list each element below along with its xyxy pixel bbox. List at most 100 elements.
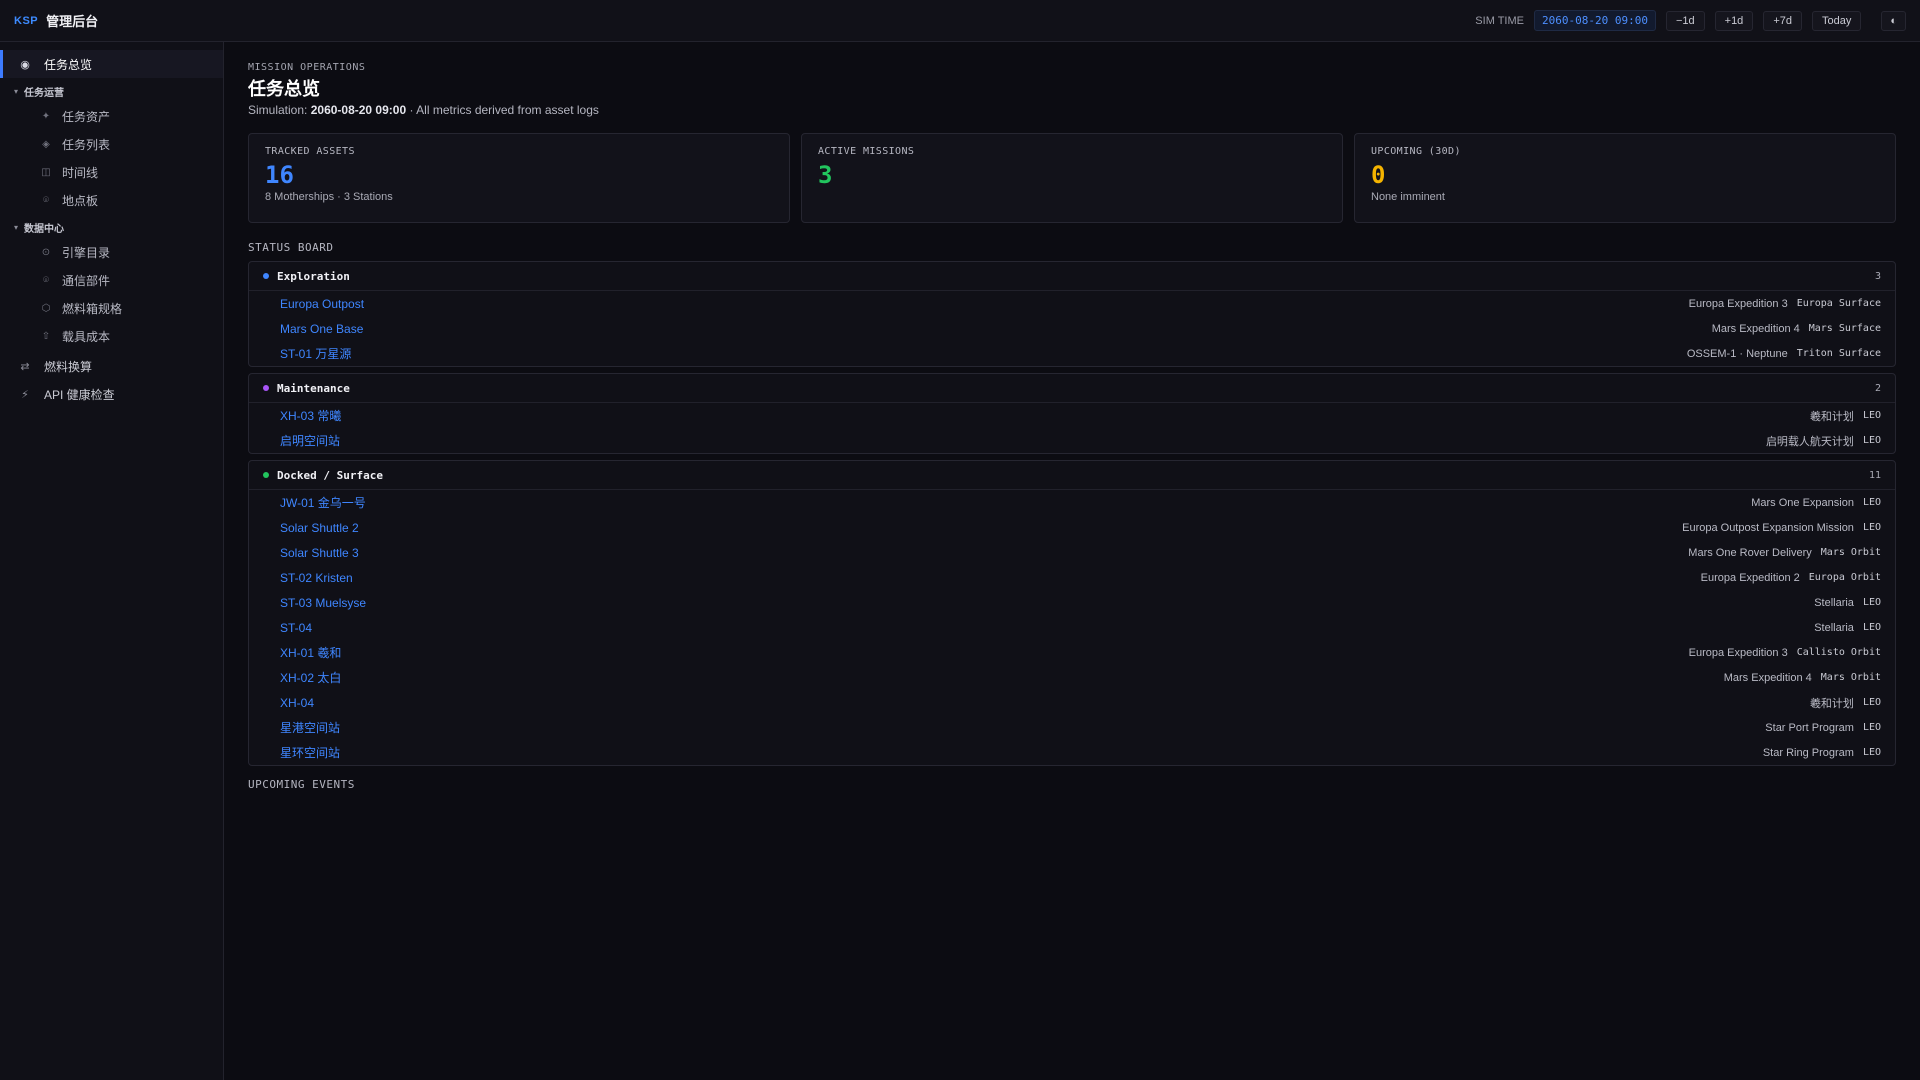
sidebar-item-fuel-convert[interactable]: ⇄ 燃料换算 — [0, 352, 223, 380]
asset-meta: 羲和计划 LEO — [1810, 695, 1881, 711]
status-group-exploration: Exploration 3 Europa Outpost Europa Expedit… — [248, 261, 1896, 367]
asset-link[interactable]: XH-02 太白 — [280, 669, 341, 686]
asset-row: 星港空间站 Star Port Program LEO — [249, 715, 1895, 740]
asset-location: LEO — [1862, 410, 1881, 421]
fuel-tank-icon: ⬡ — [41, 302, 51, 314]
asset-link[interactable]: 星环空间站 — [280, 744, 340, 761]
asset-location: LEO — [1862, 435, 1881, 446]
group-header-left: Docked / Surface — [263, 469, 383, 482]
asset-mission: 羲和计划 — [1809, 410, 1854, 423]
asset-row: 星环空间站 Star Ring Program LEO — [249, 740, 1895, 765]
sidebar-item-label: 载具成本 — [62, 329, 111, 344]
sidebar-item-location-board[interactable]: ⌾ 地点板 — [0, 186, 223, 214]
card-value: 0 — [1371, 161, 1386, 189]
asset-location: Callisto Orbit — [1796, 647, 1881, 658]
brand-tag: KSP — [14, 14, 39, 27]
asset-link[interactable]: ST-01 万星源 — [280, 345, 351, 362]
mission-list-icon: ◈ — [42, 138, 50, 150]
sidebar-item-fuel-tanks[interactable]: ⬡ 燃料箱规格 — [0, 294, 223, 322]
asset-link[interactable]: Solar Shuttle 3 — [280, 546, 359, 560]
asset-link[interactable]: XH-03 常曦 — [280, 407, 341, 424]
sidebar-item-label: 地点板 — [62, 193, 99, 208]
theme-toggle-icon[interactable]: ◐ — [1881, 10, 1906, 31]
asset-row: Solar Shuttle 2 Europa Outpost Expansion … — [249, 515, 1895, 540]
status-group-header[interactable]: Maintenance 2 — [249, 374, 1895, 403]
asset-link[interactable]: ST-04 — [280, 621, 312, 635]
asset-meta: Mars One Expansion LEO — [1751, 497, 1881, 509]
asset-row: Mars One Base Mars Expedition 4 Mars Surfa… — [249, 316, 1895, 341]
plus-1d-button[interactable]: +1d — [1714, 10, 1754, 31]
asset-location: LEO — [1862, 722, 1881, 733]
asset-link[interactable]: ST-02 Kristen — [280, 571, 353, 585]
page-title: 任务总览 — [248, 79, 320, 100]
card-note: 8 Motherships · 3 Stations — [265, 191, 393, 203]
asset-mission: OSSEM-1 · Neptune — [1686, 347, 1788, 360]
asset-link[interactable]: JW-01 金乌一号 — [280, 494, 366, 511]
asset-mission: Star Port Program — [1765, 721, 1854, 734]
asset-link[interactable]: ST-03 Muelsyse — [280, 596, 366, 610]
group-count: 2 — [1874, 382, 1881, 394]
asset-mission: Europa Expedition 2 — [1700, 571, 1800, 584]
brand[interactable]: KSP 管理后台 — [14, 11, 98, 30]
sidebar-item-timeline[interactable]: ◫ 时间线 — [0, 158, 223, 186]
asset-link[interactable]: 星港空间站 — [280, 719, 340, 736]
sidebar-item-api-health[interactable]: ⚡ API 健康检查 — [0, 380, 223, 408]
asset-row: Europa Outpost Europa Expedition 3 Europa … — [249, 291, 1895, 316]
asset-meta: Europa Expedition 3 Europa Surface — [1689, 298, 1881, 310]
sidebar-item-engine-catalog[interactable]: ⊙ 引擎目录 — [0, 238, 223, 266]
asset-meta: Europa Expedition 2 Europa Orbit — [1701, 572, 1881, 584]
asset-meta: Stellaria LEO — [1814, 597, 1881, 609]
asset-meta: Star Ring Program LEO — [1763, 747, 1881, 759]
asset-mission: Stellaria — [1814, 621, 1854, 634]
asset-mission: 启明载人航天计划 — [1765, 435, 1854, 448]
asset-link[interactable]: Solar Shuttle 2 — [280, 521, 359, 535]
sim-time-display[interactable]: 2060-08-20 09:00 — [1534, 10, 1656, 31]
asset-meta: Europa Outpost Expansion Mission LEO — [1682, 522, 1881, 534]
asset-link[interactable]: XH-04 — [280, 696, 314, 710]
today-button[interactable]: Today — [1811, 10, 1862, 31]
card-label: UPCOMING (30D) — [1371, 146, 1461, 157]
asset-link[interactable]: Mars One Base — [280, 322, 363, 336]
sidebar-item-label: API 健康检查 — [44, 387, 115, 402]
status-group-header[interactable]: Docked / Surface 11 — [249, 461, 1895, 490]
sidebar-group-data-center[interactable]: ▾ 数据中心 — [0, 216, 223, 238]
status-board-label: STATUS BOARD — [248, 241, 334, 254]
status-group-header[interactable]: Exploration 3 — [249, 262, 1895, 291]
sidebar-item-assets[interactable]: ✦ 任务资产 — [0, 102, 223, 130]
asset-meta: 羲和计划 LEO — [1810, 408, 1881, 424]
sidebar-group-mission-ops[interactable]: ▾ 任务运营 — [0, 80, 223, 102]
sidebar-item-vehicle-cost[interactable]: ⇧ 载具成本 — [0, 322, 223, 350]
page-subtitle: Simulation: 2060-08-20 09:00 · All metri… — [248, 103, 1896, 117]
assets-icon: ✦ — [41, 110, 51, 122]
sidebar-item-overview[interactable]: ◉ 任务总览 — [0, 50, 223, 78]
group-header-left: Maintenance — [263, 382, 350, 395]
asset-location: LEO — [1862, 697, 1881, 708]
asset-meta: Europa Expedition 3 Callisto Orbit — [1689, 647, 1881, 659]
sidebar-item-comm-parts[interactable]: ⌾ 通信部件 — [0, 266, 223, 294]
asset-row: ST-01 万星源 OSSEM-1 · Neptune Triton Surface — [249, 341, 1895, 366]
rocket-icon: ⇧ — [41, 330, 51, 342]
subtitle-prefix: Simulation: — [248, 103, 308, 117]
sidebar-item-mission-list[interactable]: ◈ 任务列表 — [0, 130, 223, 158]
asset-location: LEO — [1862, 497, 1881, 508]
sim-time-label: SIM TIME — [1475, 14, 1524, 27]
asset-meta: Mars Expedition 4 Mars Orbit — [1724, 672, 1881, 684]
asset-row: JW-01 金乌一号 Mars One Expansion LEO — [249, 490, 1895, 515]
subtitle-time: 2060-08-20 09:00 — [310, 103, 407, 117]
asset-link[interactable]: XH-01 羲和 — [280, 644, 341, 661]
status-board: Exploration 3 Europa Outpost Europa Expedit… — [248, 261, 1896, 766]
asset-link[interactable]: 启明空间站 — [280, 432, 340, 449]
app-title: 管理后台 — [46, 14, 99, 29]
card-label: ACTIVE MISSIONS — [818, 146, 915, 157]
plus-7d-button[interactable]: +7d — [1763, 10, 1802, 31]
overview-icon: ◉ — [20, 58, 30, 71]
asset-link[interactable]: Europa Outpost — [280, 297, 364, 311]
main-content: MISSION OPERATIONS 任务总览 Simulation: 2060… — [248, 42, 1896, 798]
asset-mission: Europa Expedition 3 — [1688, 297, 1788, 310]
status-group-maintenance: Maintenance 2 XH-03 常曦 羲和计划 LEO 启明空间站 启明载人航天计划… — [248, 373, 1896, 454]
status-dot-icon — [263, 273, 269, 279]
chevron-down-icon: ▾ — [14, 222, 19, 232]
minus-1d-button[interactable]: −1d — [1665, 10, 1705, 31]
asset-location: Mars Orbit — [1820, 547, 1881, 558]
top-bar: KSP 管理后台 SIM TIME 2060-08-20 09:00 −1d +… — [0, 0, 1920, 42]
